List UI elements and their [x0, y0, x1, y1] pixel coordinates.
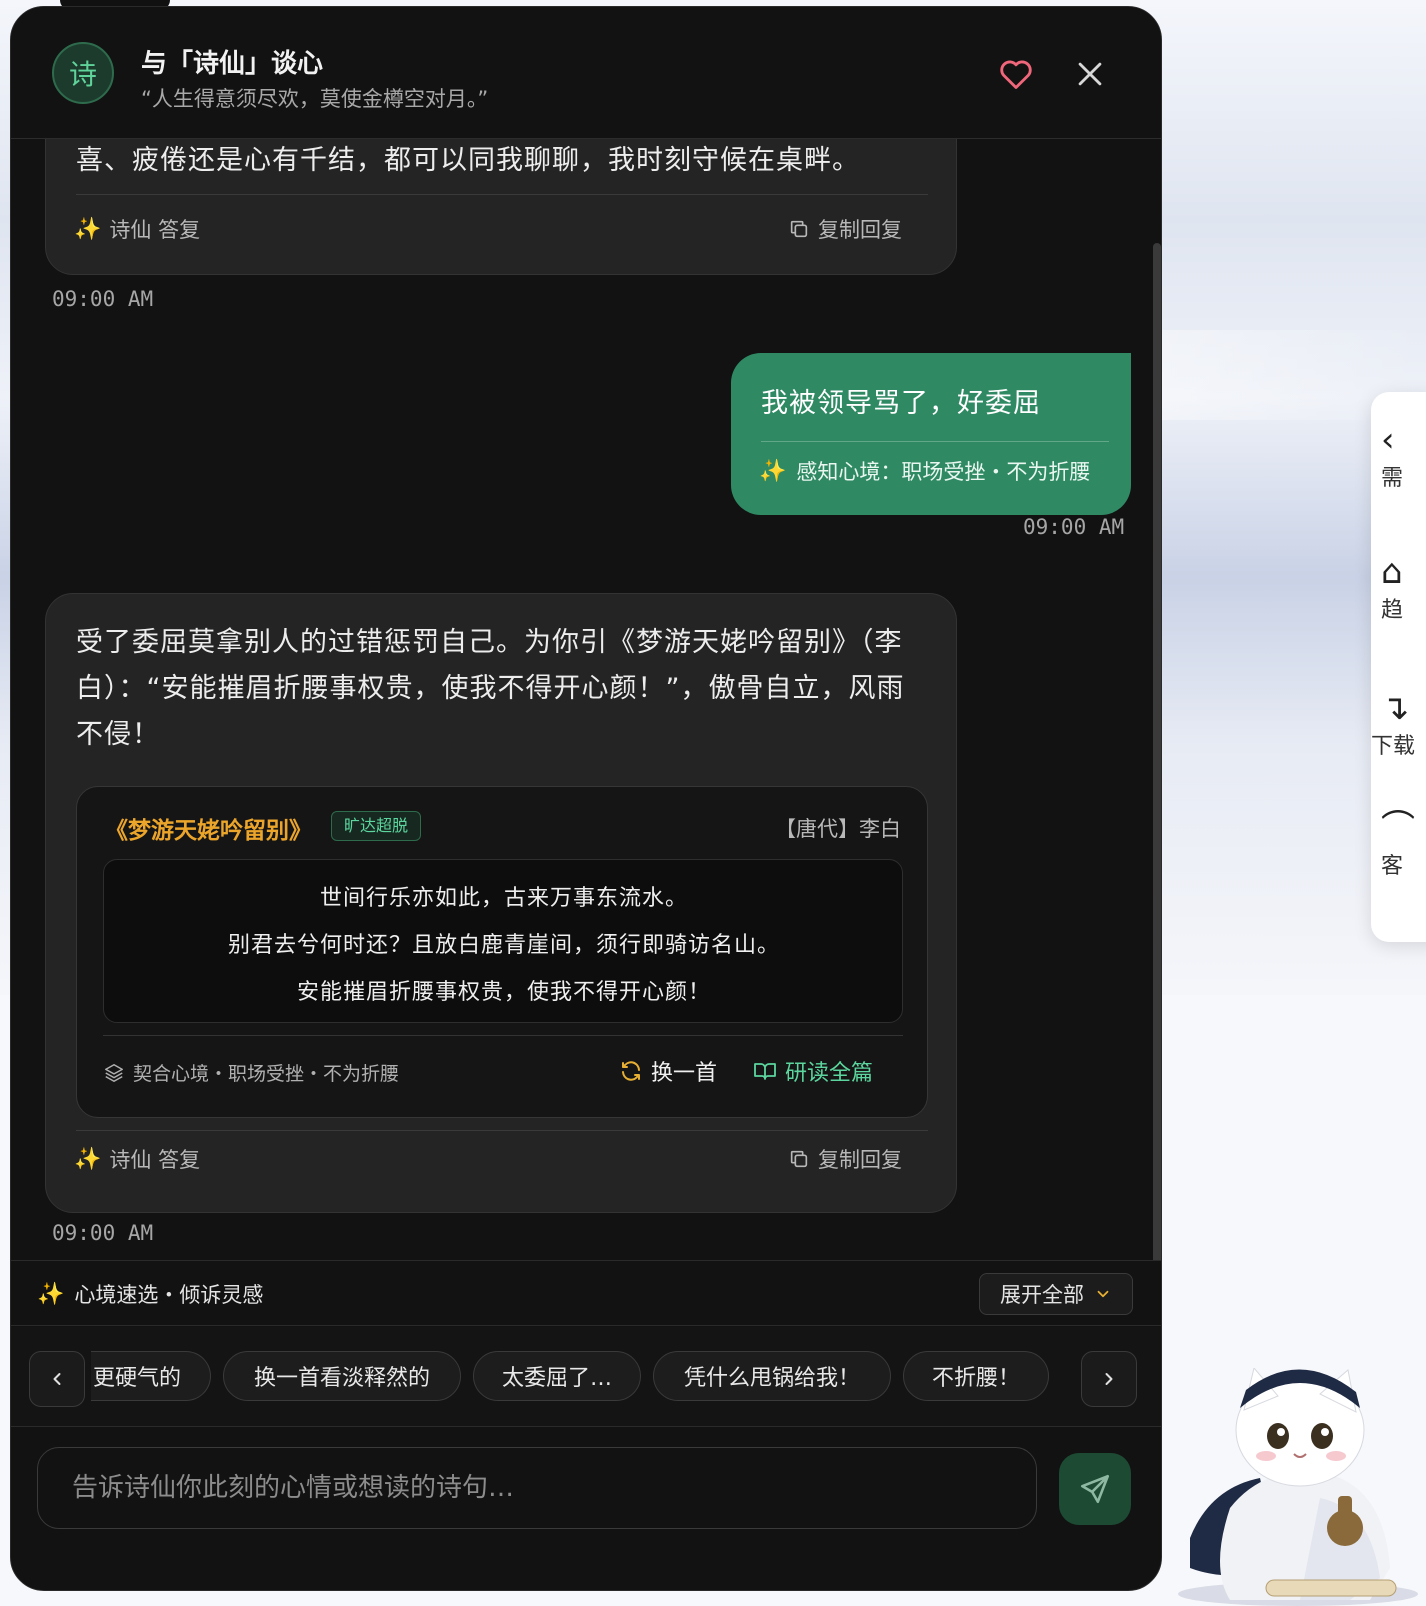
ai-message-text: 喜、疲倦还是心有千结，都可以同我聊聊，我时刻守候在桌畔。: [76, 145, 860, 176]
side-item-2[interactable]: ⌂ 趋: [1371, 552, 1426, 624]
poem-style-badge: 旷达超脱: [331, 811, 422, 841]
quick-select-title: ✨ 心境速选・倾诉灵感: [37, 1279, 263, 1309]
side-item-4[interactable]: ⌒ 客: [1371, 808, 1426, 880]
copy-reply-label: 复制回复: [818, 1148, 902, 1172]
chevron-down-icon: [1097, 1290, 1109, 1298]
chat-panel: 诗 与「诗仙」谈心 “人生得意须尽欢，莫使金樽空对月。” 喜、疲倦还是心有千结，…: [10, 6, 1162, 1591]
quick-chip[interactable]: 太委屈了…: [473, 1351, 641, 1401]
quick-chip[interactable]: 凭什么甩锅给我！: [653, 1351, 891, 1401]
chevron-right-icon: [1105, 1373, 1113, 1385]
sparkle-icon: ✨: [37, 1281, 65, 1307]
copy-icon: [790, 1150, 808, 1168]
side-menu: ‹ 需 ⌂ 趋 ↴ 下载 ⌒ 客: [1371, 392, 1426, 942]
swap-poem-label: 换一首: [651, 1061, 718, 1086]
sparkle-icon: ✨: [74, 216, 102, 242]
copy-icon: [790, 220, 808, 238]
mood-detect-label: 感知心境：职场受挫・不为折腰: [796, 460, 1091, 484]
ai-message-line: 受了委屈莫拿别人的过错惩罚自己。为你引《梦游天姥吟留别》（李: [76, 627, 903, 658]
ai-message-line: 白）：“安能摧眉折腰事权贵，使我不得开心颜！”，傲骨自立，风雨: [76, 673, 905, 704]
bubble-divider: [76, 1130, 928, 1131]
copy-reply-label: 复制回复: [818, 218, 902, 242]
refresh-icon: [622, 1061, 640, 1081]
poem-title[interactable]: 《梦游天姥吟留别》: [105, 811, 312, 845]
chat-subtitle: “人生得意须尽欢，莫使金樽空对月。”: [141, 87, 489, 111]
book-open-icon: [754, 1063, 776, 1080]
ai-message-bubble: 受了委屈莫拿别人的过错惩罚自己。为你引《梦游天姥吟留别》（李 白）：“安能摧眉折…: [45, 593, 957, 1213]
user-message-text: 我被领导骂了，好委屈: [761, 388, 1041, 419]
user-message-bubble: 我被领导骂了，好委屈 ✨ 感知心境：职场受挫・不为折腰: [731, 353, 1131, 515]
chat-scrollbar[interactable]: [1153, 243, 1161, 1291]
side-item-label: 需: [1381, 466, 1404, 491]
quick-chips-row: 更硬气的 换一首看淡释然的 太委屈了… 凭什么甩锅给我！ 不折腰！: [11, 1327, 1161, 1427]
poet-avatar: 诗: [52, 42, 114, 104]
side-download-icon: ↴: [1381, 688, 1410, 728]
poem-divider: [103, 1035, 903, 1036]
read-full-poem-button[interactable]: 研读全篇: [753, 1055, 873, 1087]
read-full-poem-label: 研读全篇: [785, 1061, 874, 1086]
quick-chip[interactable]: 换一首看淡释然的: [223, 1351, 461, 1401]
poem-card: 《梦游天姥吟留别》 旷达超脱 【唐代】李白 世间行乐亦如此，古来万事东流水。 别…: [76, 786, 928, 1118]
favorite-heart-icon[interactable]: [997, 55, 1035, 93]
reply-author-label: 诗仙 答复: [109, 218, 201, 242]
message-timestamp: 09:00 AM: [1023, 515, 1125, 539]
side-item-1[interactable]: ‹ 需: [1371, 420, 1426, 492]
send-icon: [1080, 1474, 1110, 1504]
chips-next-button[interactable]: [1081, 1351, 1137, 1407]
poem-verses: 世间行乐亦如此，古来万事东流水。 别君去兮何时还？且放白鹿青崖间，须行即骑访名山…: [103, 859, 903, 1023]
poem-mood-label: 契合心境・职场受挫・不为折腰: [133, 1063, 400, 1085]
side-item-label: 趋: [1381, 598, 1404, 623]
side-item-3[interactable]: ↴ 下载: [1371, 688, 1426, 760]
reply-author: ✨ 诗仙 答复: [74, 1144, 200, 1174]
side-item-label: 下载: [1371, 734, 1416, 759]
quick-chip[interactable]: 不折腰！: [903, 1351, 1049, 1401]
chat-header: 诗 与「诗仙」谈心 “人生得意须尽欢，莫使金樽空对月。”: [11, 7, 1161, 139]
chevron-left-icon: [53, 1373, 61, 1385]
ai-message-line: 不侵！: [76, 719, 160, 750]
quick-select-bar: ✨ 心境速选・倾诉灵感 展开全部: [11, 1260, 1161, 1326]
quick-select-label: 心境速选・倾诉灵感: [74, 1283, 264, 1307]
reply-author-label: 诗仙 答复: [109, 1148, 201, 1172]
sparkle-icon: ✨: [74, 1146, 102, 1172]
sparkle-icon: ✨: [759, 458, 787, 484]
side-item-label: 客: [1381, 854, 1404, 879]
cat-scholar-mascot: [1178, 1368, 1418, 1606]
poem-verse-line: 世间行乐亦如此，古来万事东流水。: [319, 886, 688, 911]
side-cap-icon: ‹: [1381, 420, 1395, 460]
expand-all-label: 展开全部: [1000, 1283, 1084, 1307]
poem-verse-line: 别君去兮何时还？且放白鹿青崖间，须行即骑访名山。: [227, 933, 780, 958]
send-button[interactable]: [1059, 1453, 1131, 1525]
close-icon[interactable]: [1073, 57, 1107, 91]
mood-detect-tag: ✨ 感知心境：职场受挫・不为折腰: [759, 456, 1090, 486]
message-input[interactable]: [38, 1448, 1036, 1528]
copy-reply-button[interactable]: 复制回复: [788, 1144, 902, 1174]
chat-title: 与「诗仙」谈心: [141, 49, 324, 79]
message-input-wrap: [37, 1447, 1037, 1529]
poem-author: 【唐代】李白: [775, 817, 901, 841]
copy-reply-button[interactable]: 复制回复: [788, 214, 902, 244]
message-timestamp: 09:00 AM: [52, 287, 154, 311]
expand-all-button[interactable]: 展开全部: [979, 1273, 1133, 1315]
reply-author: ✨ 诗仙 答复: [74, 214, 200, 244]
side-headset-icon: ⌒: [1381, 808, 1415, 848]
side-home-icon: ⌂: [1381, 552, 1403, 592]
swap-poem-button[interactable]: 换一首: [619, 1055, 717, 1087]
bubble-divider: [76, 194, 928, 195]
quick-chip[interactable]: 更硬气的: [91, 1351, 211, 1401]
chips-prev-button[interactable]: [29, 1351, 85, 1407]
poem-mood-match: 契合心境・职场受挫・不为折腰: [103, 1059, 399, 1086]
poem-verse-line: 安能摧眉折腰事权贵，使我不得开心颜！: [296, 980, 711, 1005]
layers-icon: [105, 1063, 123, 1082]
bubble-divider: [761, 441, 1109, 442]
message-timestamp: 09:00 AM: [52, 1221, 154, 1245]
